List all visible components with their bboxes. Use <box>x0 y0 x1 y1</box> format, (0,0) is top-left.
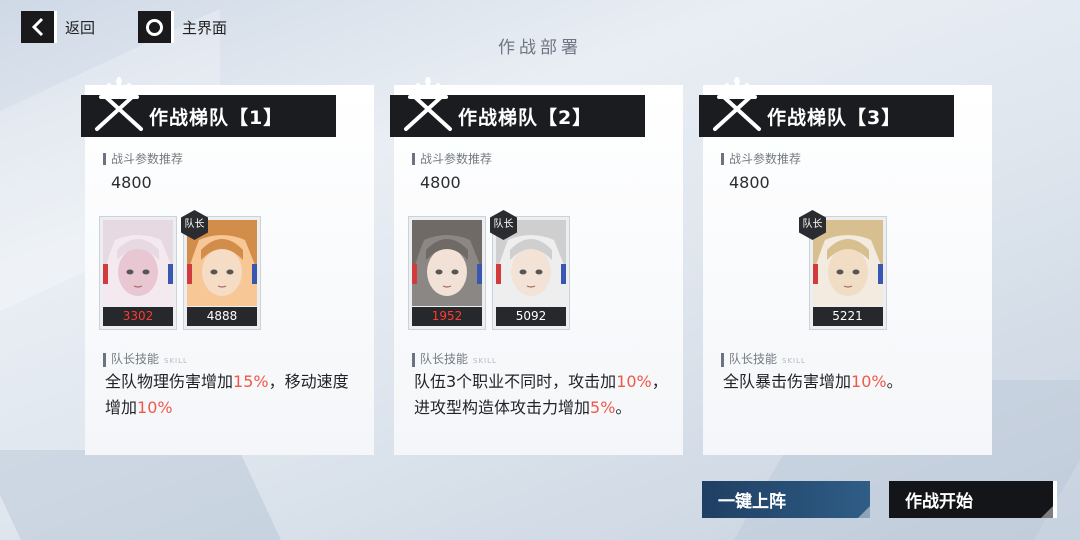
member-power: 5221 <box>812 307 883 326</box>
character-portrait <box>412 220 482 306</box>
team-card-1[interactable]: 作战梯队【1】 战斗参数推荐 4800 3302 4888 队长 队长技能 SK… <box>81 77 374 455</box>
auto-deploy-button[interactable]: 一键上阵 <box>702 481 870 518</box>
team-title-label: 作战梯队【2】 <box>458 106 593 129</box>
background-shard <box>0 450 281 540</box>
member-power: 4888 <box>187 307 257 326</box>
member-power: 5092 <box>496 307 566 326</box>
start-battle-label: 作战开始 <box>905 492 973 512</box>
leader-skill-text: 队长技能 <box>729 352 778 366</box>
team-emblem-icon <box>87 75 151 139</box>
corner-accent <box>1041 506 1053 518</box>
member-slot[interactable]: 1952 <box>408 216 486 330</box>
team-emblem-icon <box>396 75 460 139</box>
recommended-power-value: 4800 <box>111 173 152 192</box>
leader-skill-en: SKILL <box>164 357 188 365</box>
skill-value: 10% <box>851 372 887 391</box>
recommended-power-text: 战斗参数推荐 <box>420 152 493 166</box>
skill-text: 。 <box>615 398 632 417</box>
leader-skill-en: SKILL <box>782 357 806 365</box>
recommended-power-label: 战斗参数推荐 <box>412 153 492 165</box>
member-list: 5221 队长 <box>703 210 992 331</box>
skill-text: 全队暴击伤害增加 <box>723 372 852 391</box>
auto-deploy-label: 一键上阵 <box>718 492 786 512</box>
leader-skill-description: 队伍3个职业不同时，攻击加10%，进攻型构造体攻击力增加5%。 <box>414 369 669 421</box>
skill-text: 队伍3个职业不同时，攻击加 <box>414 372 617 391</box>
leader-skill-en: SKILL <box>473 357 497 365</box>
leader-skill-description: 全队物理伤害增加15%，移动速度增加10% <box>105 369 360 421</box>
recommended-power-value: 4800 <box>729 173 770 192</box>
skill-text: 全队物理伤害增加 <box>105 372 234 391</box>
skill-value: 10% <box>616 372 652 391</box>
skill-value: 5% <box>590 398 616 417</box>
leader-skill-label: 队长技能 SKILL <box>103 353 188 367</box>
member-slot[interactable]: 3302 <box>99 216 177 330</box>
recommended-power-text: 战斗参数推荐 <box>729 152 802 166</box>
recommended-power-label: 战斗参数推荐 <box>721 153 801 165</box>
team-title-label: 作战梯队【1】 <box>149 106 284 129</box>
leader-skill-description: 全队暴击伤害增加10%。 <box>723 369 978 395</box>
skill-text: 。 <box>886 372 903 391</box>
leader-skill-label: 队长技能 SKILL <box>412 353 497 367</box>
team-card-3[interactable]: 作战梯队【3】 战斗参数推荐 4800 5221 队长 队长技能 SKILL 全… <box>699 77 992 455</box>
team-emblem-icon <box>705 75 769 139</box>
team-card-2[interactable]: 作战梯队【2】 战斗参数推荐 4800 1952 5092 队长 队长技能 SK… <box>390 77 683 455</box>
recommended-power-text: 战斗参数推荐 <box>111 152 184 166</box>
screen-title: 作战部署 <box>498 38 582 58</box>
skill-value: 10% <box>137 398 173 417</box>
skill-value: 15% <box>233 372 269 391</box>
corner-accent <box>858 506 870 518</box>
member-power: 3302 <box>103 307 173 326</box>
recommended-power-label: 战斗参数推荐 <box>103 153 183 165</box>
team-title-label: 作战梯队【3】 <box>767 106 902 129</box>
leader-skill-text: 队长技能 <box>111 352 160 366</box>
recommended-power-value: 4800 <box>420 173 461 192</box>
member-power: 1952 <box>412 307 482 326</box>
leader-skill-label: 队长技能 SKILL <box>721 353 806 367</box>
start-battle-button[interactable]: 作战开始 <box>889 481 1057 518</box>
character-portrait <box>103 220 173 306</box>
leader-skill-text: 队长技能 <box>420 352 469 366</box>
